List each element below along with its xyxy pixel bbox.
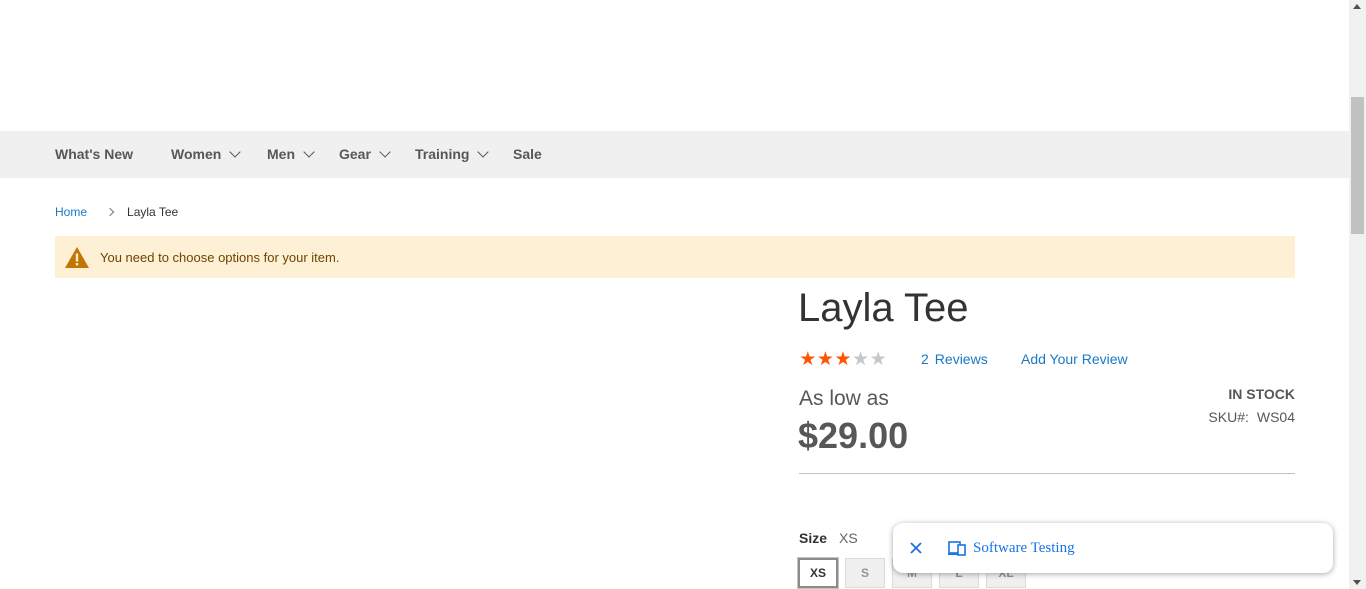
reviews-count: 2: [921, 351, 929, 367]
toast-link[interactable]: Software Testing: [973, 540, 1075, 557]
size-selected-value: XS: [839, 530, 858, 546]
chevron-down-icon: [477, 146, 490, 158]
nav-item-training[interactable]: Training: [415, 131, 490, 178]
close-icon[interactable]: [908, 540, 924, 556]
chevron-down-icon: [229, 146, 241, 158]
nav-item-label: What's New: [55, 146, 134, 162]
nav-item-label: Gear: [339, 146, 371, 162]
product-price: $29.00: [798, 415, 909, 456]
product-image-gallery[interactable]: [55, 290, 755, 589]
size-swatch-s[interactable]: S: [845, 558, 885, 588]
add-review-link[interactable]: Add Your Review: [1021, 351, 1128, 367]
tab-sharing-toast: Software Testing: [893, 523, 1333, 573]
reviews-link[interactable]: 2 Reviews: [921, 351, 988, 367]
nav-item-whats-new[interactable]: What's New: [55, 131, 133, 178]
breadcrumb-current: Layla Tee: [127, 205, 179, 219]
star-icon: ★: [852, 349, 870, 370]
chevron-down-icon: [379, 146, 391, 158]
star-icon: ★: [799, 349, 817, 370]
product-sku: SKU#: WS04: [1208, 409, 1295, 425]
devices-icon: [948, 540, 966, 556]
size-option: Size XS: [799, 530, 858, 546]
nav-item-gear[interactable]: Gear: [339, 131, 391, 178]
nav-item-women[interactable]: Women: [171, 131, 241, 178]
size-label: Size: [799, 530, 828, 546]
reviews-label: Reviews: [934, 351, 988, 367]
nav-item-label: Men: [267, 146, 295, 162]
star-icon: ★: [834, 349, 852, 370]
rating-stars: ★ ★ ★ ★ ★: [799, 349, 887, 371]
stock-status: In stock: [1228, 386, 1295, 402]
size-swatch-xs[interactable]: XS: [797, 557, 839, 589]
star-icon: ★: [816, 349, 834, 370]
scroll-up-arrow-icon[interactable]: [1353, 4, 1361, 9]
nav-item-sale[interactable]: Sale: [513, 131, 542, 178]
sku-value: WS04: [1256, 409, 1295, 425]
chevron-right-icon: [105, 207, 115, 217]
chevron-down-icon: [303, 146, 315, 158]
scroll-down-arrow-icon[interactable]: [1353, 580, 1361, 585]
product-title: Layla Tee: [798, 286, 969, 330]
breadcrumb: Home Layla Tee: [55, 203, 178, 221]
nav-item-label: Training: [415, 146, 470, 162]
page-scrollbar[interactable]: [1349, 0, 1366, 589]
price-label: As low as: [799, 387, 889, 410]
scrollbar-thumb[interactable]: [1351, 97, 1364, 234]
nav-item-label: Women: [171, 146, 222, 162]
divider: [799, 473, 1295, 474]
page-header: [0, 0, 1349, 131]
breadcrumb-home-link[interactable]: Home: [55, 205, 87, 219]
main-navigation: What's New Women Men Gear Training Sale: [0, 131, 1349, 178]
alert-message: You need to choose options for your item…: [55, 236, 1295, 278]
nav-item-men[interactable]: Men: [267, 131, 315, 178]
alert-text: You need to choose options for your item…: [100, 249, 340, 265]
star-icon: ★: [869, 349, 887, 370]
warning-icon: [64, 246, 90, 269]
sku-label: SKU#:: [1208, 409, 1249, 425]
nav-item-label: Sale: [513, 146, 542, 162]
